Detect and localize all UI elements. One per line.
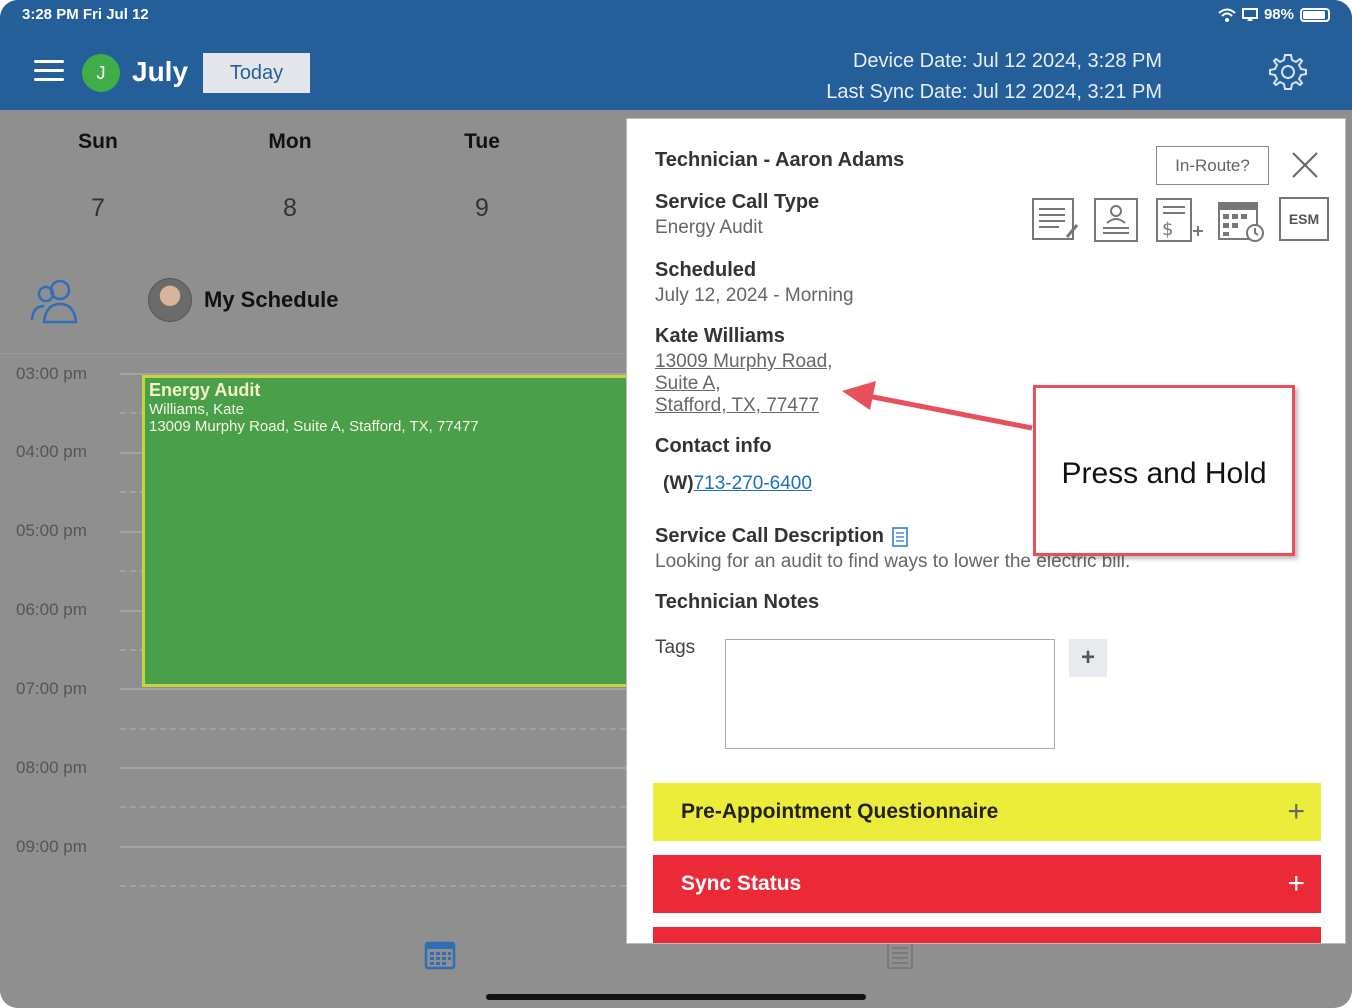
schedule-row: My Schedule xyxy=(0,254,626,354)
scheduled-value: July 12, 2024 - Morning xyxy=(655,285,854,306)
day-number: 9 xyxy=(475,194,489,222)
day-number: 8 xyxy=(283,194,297,222)
hour-line xyxy=(120,767,626,769)
battery-percent: 98% xyxy=(1263,6,1294,23)
action-icons: $ ESM xyxy=(1031,197,1329,243)
event-customer: Williams, Kate xyxy=(149,401,245,418)
sync-status-section[interactable]: Sync Status + xyxy=(653,855,1321,913)
half-hour-line xyxy=(120,806,626,808)
time-label: 05:00 pm xyxy=(16,521,87,540)
half-hour-line xyxy=(120,885,626,887)
wifi-icon xyxy=(1218,8,1236,22)
calendar-event[interactable]: Energy Audit Williams, Kate 13009 Murphy… xyxy=(142,375,626,687)
time-label: 09:00 pm xyxy=(16,837,87,856)
expand-plus-icon[interactable]: + xyxy=(1287,795,1305,829)
time-label: 03:00 pm xyxy=(16,364,87,383)
service-call-description-label: Service Call Description xyxy=(655,525,884,547)
day-name: Tue xyxy=(464,130,500,153)
add-invoice-icon[interactable]: $ xyxy=(1155,197,1203,243)
tags-label: Tags xyxy=(655,637,696,658)
event-title: Energy Audit xyxy=(149,380,261,400)
document-icon[interactable] xyxy=(892,526,910,547)
section-label: Pre-Appointment Questionnaire xyxy=(681,800,999,823)
day-name: Sun xyxy=(78,130,118,153)
section-label: Sync Status xyxy=(681,872,802,895)
technician-avatar xyxy=(148,278,192,322)
my-schedule-label[interactable]: My Schedule xyxy=(204,287,338,313)
last-sync-date: Last Sync Date: Jul 12 2024, 3:21 PM xyxy=(826,81,1162,103)
time-label: 04:00 pm xyxy=(16,442,87,461)
time-label: 06:00 pm xyxy=(16,600,87,619)
day-column-sun[interactable]: Sun 7 xyxy=(38,130,158,223)
esm-button[interactable]: ESM xyxy=(1279,197,1329,241)
time-label: 08:00 pm xyxy=(16,758,87,777)
in-route-button[interactable]: In-Route? xyxy=(1156,146,1269,185)
press-and-hold-callout: Press and Hold xyxy=(1033,385,1295,556)
schedule-calendar-icon[interactable] xyxy=(1217,197,1265,243)
day-column-mon[interactable]: Mon 8 xyxy=(230,130,350,223)
sync-info: Device Date: Jul 12 2024, 3:28 PM Last S… xyxy=(826,46,1162,108)
time-label: 07:00 pm xyxy=(16,679,87,698)
people-icon[interactable] xyxy=(28,276,84,326)
technician-notes-label: Technician Notes xyxy=(655,591,820,613)
hour-line xyxy=(120,688,626,690)
customer-address[interactable]: 13009 Murphy Road, Suite A, Stafford, TX… xyxy=(655,351,832,417)
gear-icon[interactable] xyxy=(1268,52,1308,92)
phone-row: (W)713-270-6400 xyxy=(663,473,812,495)
close-icon[interactable] xyxy=(1291,151,1319,179)
address-line: Suite A, xyxy=(655,373,721,394)
calendar-view: Sun 7 Mon 8 Tue 9 My Schedule 03:00 pm 0… xyxy=(0,110,626,1008)
expand-plus-icon[interactable]: + xyxy=(1287,867,1305,901)
half-hour-line xyxy=(120,728,626,730)
tags-input[interactable] xyxy=(725,639,1055,749)
home-indicator[interactable] xyxy=(486,994,866,1000)
day-number: 7 xyxy=(91,194,105,222)
today-button[interactable]: Today xyxy=(203,53,310,93)
event-address: 13009 Murphy Road, Suite A, Stafford, TX… xyxy=(149,418,479,435)
scheduled-label: Scheduled xyxy=(655,259,757,281)
user-avatar[interactable]: J xyxy=(82,54,120,92)
service-call-type-value: Energy Audit xyxy=(655,217,763,238)
address-line: Stafford, TX, 77477 xyxy=(655,395,820,416)
day-name: Mon xyxy=(268,130,312,153)
address-line: 13009 Murphy Road, xyxy=(655,351,833,372)
screen-mirror-icon xyxy=(1241,7,1258,21)
hamburger-menu-icon[interactable] xyxy=(34,60,64,84)
customer-profile-icon[interactable] xyxy=(1093,197,1141,243)
calendar-tab-icon[interactable] xyxy=(424,938,456,970)
day-column-tue[interactable]: Tue 9 xyxy=(422,130,542,223)
device-date: Device Date: Jul 12 2024, 3:28 PM xyxy=(852,50,1162,72)
technician-heading: Technician - Aaron Adams xyxy=(655,149,905,171)
svg-text:$: $ xyxy=(1162,219,1173,240)
pre-appointment-questionnaire-section[interactable]: Pre-Appointment Questionnaire + xyxy=(653,783,1321,841)
battery-icon xyxy=(1300,7,1330,22)
add-tag-button[interactable]: + xyxy=(1069,639,1107,677)
edit-notes-icon[interactable] xyxy=(1031,197,1079,243)
additional-section[interactable] xyxy=(653,927,1321,943)
device-frame: 3:28 PM Fri Jul 12 98% J July Today Devi… xyxy=(0,0,1352,1008)
contact-info-label: Contact info xyxy=(655,435,772,457)
service-call-description-header: Service Call Description xyxy=(655,525,910,548)
customer-name: Kate Williams xyxy=(655,325,785,347)
month-title[interactable]: July xyxy=(132,56,188,88)
top-bar: 3:28 PM Fri Jul 12 98% J July Today Devi… xyxy=(0,0,1352,110)
hour-line xyxy=(120,846,626,848)
phone-link[interactable]: 713-270-6400 xyxy=(694,473,812,494)
phone-prefix: (W) xyxy=(663,473,694,494)
status-time: 3:28 PM Fri Jul 12 xyxy=(22,6,149,23)
service-call-type-label: Service Call Type xyxy=(655,191,820,213)
status-indicators: 98% xyxy=(1218,6,1330,23)
